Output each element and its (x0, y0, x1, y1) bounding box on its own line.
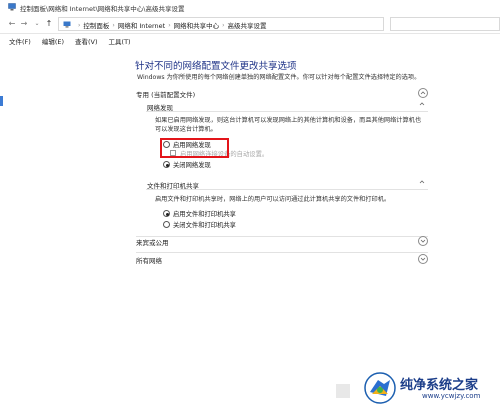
taskbar-fragment (336, 384, 350, 398)
radio-label: 关闭文件和打印机共享 (173, 222, 236, 229)
highlight-box (160, 138, 229, 158)
back-arrow-icon[interactable]: ← (7, 19, 17, 29)
watermark-text: 纯净系统之家 (400, 378, 479, 393)
section-all-networks-label[interactable]: 所有网络 (136, 255, 162, 265)
watermark: 纯净系统之家 www.ycwjzy.com (362, 370, 500, 406)
control-panel-icon (8, 3, 16, 11)
page-description: Windows 为你所使用的每个网络创建单独的网络配置文件。你可以针对每个配置文… (137, 74, 421, 81)
chevron-up-small-icon[interactable] (418, 178, 428, 188)
page-title: 针对不同的网络配置文件更改共享选项 (135, 61, 297, 72)
title-bar: 控制面板\网络和 Internet\网络和共享中心\高级共享设置 (0, 0, 500, 14)
left-edge-accent (0, 96, 3, 106)
window-title: 控制面板\网络和 Internet\网络和共享中心\高级共享设置 (20, 5, 185, 13)
breadcrumb-item[interactable]: 高级共享设置 (228, 20, 267, 30)
radio-button-checked[interactable] (163, 210, 170, 217)
section-guest-label[interactable]: 来宾或公用 (136, 237, 169, 247)
radio-disable-file-printer-sharing[interactable]: 关闭文件和打印机共享 (163, 220, 236, 229)
radio-button[interactable] (163, 221, 170, 228)
watermark-url: www.ycwjzy.com (422, 392, 481, 400)
watermark-logo-icon (364, 372, 396, 404)
file-printer-sharing-description: 启用文件和打印机共享时，网络上的用户可以访问通过此计算机共享的文件和打印机。 (155, 196, 391, 203)
breadcrumb-separator-icon: › (78, 21, 81, 29)
divider (146, 189, 428, 190)
breadcrumb-item[interactable]: 控制面板 (83, 20, 109, 30)
search-input[interactable] (390, 17, 500, 31)
recent-chevron-icon[interactable]: ⌄ (32, 19, 42, 29)
breadcrumb-separator-icon: › (168, 21, 171, 29)
network-discovery-description-line-2: 可以发现这台计算机。 (155, 126, 217, 133)
section-private-label[interactable]: 专用 (当前配置文件) (136, 89, 195, 99)
control-panel-small-icon (63, 21, 71, 28)
menu-edit[interactable]: 编辑(E) (42, 36, 64, 48)
forward-arrow-icon[interactable]: → (19, 19, 29, 29)
menu-bar: 文件(F) 编辑(E) 查看(V) 工具(T) (0, 36, 500, 48)
radio-disable-network-discovery[interactable]: 关闭网络发现 (163, 160, 211, 169)
breadcrumb-item[interactable]: 网络和 Internet (118, 20, 165, 30)
breadcrumb: › 控制面板 › 网络和 Internet › 网络和共享中心 › 高级共享设置 (75, 20, 267, 31)
menu-view[interactable]: 查看(V) (75, 36, 98, 48)
radio-enable-file-printer-sharing[interactable]: 启用文件和打印机共享 (163, 209, 236, 218)
address-field[interactable]: › 控制面板 › 网络和 Internet › 网络和共享中心 › 高级共享设置 (58, 17, 384, 31)
radio-label: 启用文件和打印机共享 (173, 211, 236, 218)
breadcrumb-separator-icon: › (112, 21, 115, 29)
breadcrumb-separator-icon: › (222, 21, 225, 29)
menu-file[interactable]: 文件(F) (9, 36, 31, 48)
radio-button-checked[interactable] (163, 161, 170, 168)
chevron-up-icon[interactable] (418, 88, 428, 98)
divider (136, 236, 428, 237)
radio-label: 关闭网络发现 (173, 162, 211, 169)
chevron-down-icon[interactable] (418, 236, 428, 246)
divider (136, 252, 428, 253)
up-arrow-icon[interactable]: ↑ (44, 19, 54, 29)
address-bar: ← → ⌄ ↑ › 控制面板 › 网络和 Internet › 网络和共享中心 … (0, 14, 500, 34)
chevron-up-small-icon[interactable] (418, 100, 428, 110)
menu-tools[interactable]: 工具(T) (109, 36, 131, 48)
divider (146, 111, 428, 112)
chevron-down-icon[interactable] (418, 254, 428, 264)
breadcrumb-item[interactable]: 网络和共享中心 (174, 20, 220, 30)
network-discovery-description-line-1: 如果已启用网络发现，则这台计算机可以发现网络上的其他计算机和设备，而且其他网络计… (155, 117, 422, 124)
